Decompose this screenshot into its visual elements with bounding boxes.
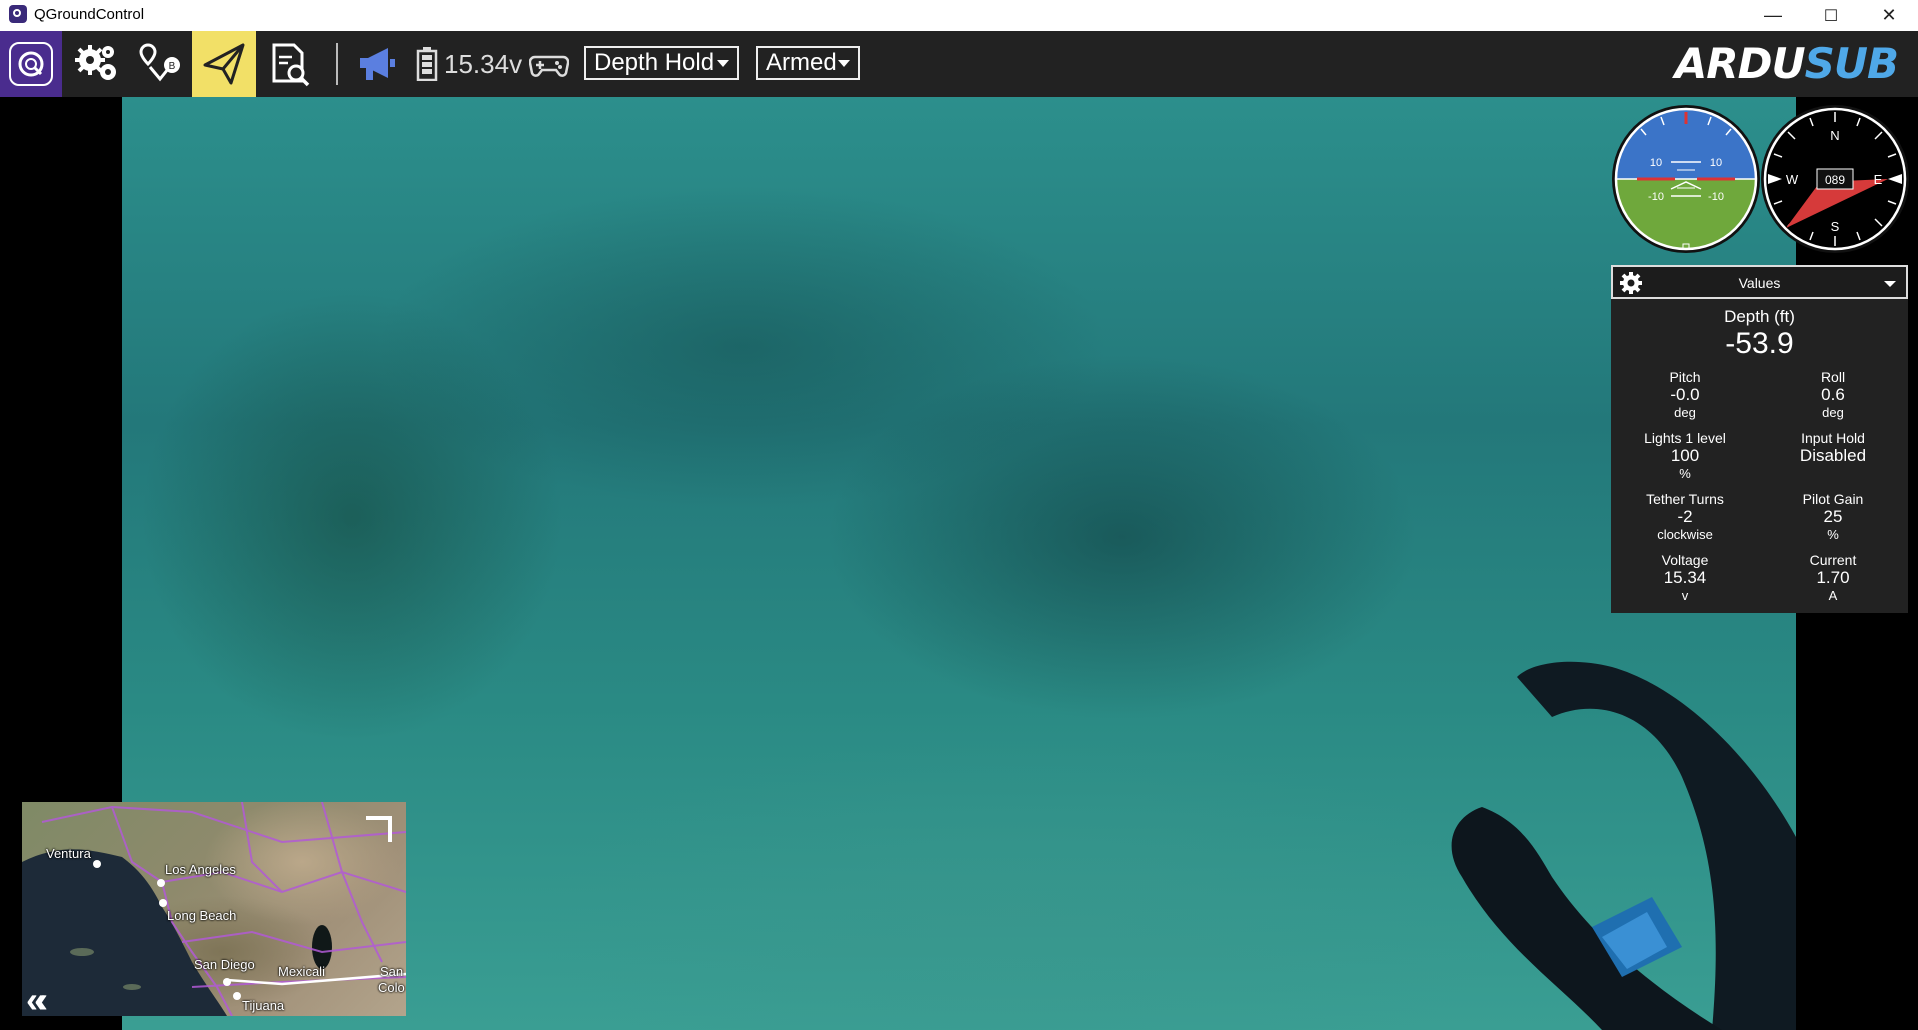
mini-map[interactable]: Ventura Los Angeles Long Beach San Diego… [22, 802, 406, 1016]
close-button[interactable]: ✕ [1860, 0, 1918, 31]
battery-icon [416, 47, 438, 81]
value-pilot-gain: Pilot Gain 25 % [1802, 491, 1864, 542]
compass-heading: 089 [1825, 173, 1845, 187]
map-place-label: Tijuana [242, 998, 285, 1013]
compass-north: N [1830, 128, 1839, 143]
minimize-button[interactable]: — [1744, 0, 1802, 31]
value-tether-turns: Tether Turns -2 clockwise [1646, 491, 1724, 542]
map-place-label: Colo [378, 980, 405, 995]
depth-value: -53.9 [1725, 327, 1794, 360]
paper-plane-icon [203, 43, 245, 85]
app-icon [9, 5, 27, 23]
value-voltage: Voltage 15.34 v [1661, 552, 1709, 603]
toolbar-divider [336, 43, 338, 85]
compass-south: S [1831, 219, 1840, 234]
main-toolbar: B 15.34v Depth Hold Armed ARDUSUB [0, 31, 1918, 97]
compass-indicator: N E S W 089 [1761, 105, 1909, 253]
value-current: Current 1.70 A [1809, 552, 1857, 603]
map-marker [157, 879, 165, 887]
pitch-label: -10 [1648, 191, 1664, 203]
pitch-label: 10 [1710, 157, 1722, 169]
analyze-button[interactable] [258, 31, 320, 97]
pitch-label: 10 [1650, 157, 1662, 169]
qgroundcontrol-logo-icon [9, 42, 53, 86]
values-header[interactable]: Values [1611, 265, 1908, 299]
window-title-bar: QGroundControl — ☐ ✕ [0, 0, 1918, 31]
arm-state-dropdown[interactable]: Armed [756, 46, 860, 80]
map-place-label: Ventura [46, 846, 91, 861]
plan-route-icon: B [139, 43, 180, 82]
vehicle-setup-button[interactable] [66, 31, 128, 97]
megaphone-icon [360, 48, 395, 80]
chevron-down-icon [717, 60, 729, 67]
values-panel: Values Depth (ft) -53.9 Pitch -0.0 deg R… [1611, 265, 1908, 613]
gears-icon [75, 45, 116, 80]
gamepad-icon [529, 55, 569, 77]
messages-button[interactable] [352, 31, 402, 97]
value-roll: Roll 0.6 deg [1820, 369, 1846, 420]
double-chevron-left-icon[interactable]: «‹ [26, 982, 48, 1018]
compass-west: W [1786, 172, 1799, 187]
map-marker [223, 978, 231, 986]
chevron-down-icon [838, 60, 850, 67]
values-title: Values [1738, 275, 1781, 291]
ardusub-logo: ARDUSUB [1674, 39, 1899, 88]
joystick-indicator[interactable] [526, 31, 572, 97]
map-place-label: Long Beach [167, 908, 237, 923]
svg-text:B: B [169, 61, 176, 72]
document-search-icon [272, 43, 310, 87]
qgc-menu-button[interactable] [0, 31, 62, 97]
chevron-down-icon[interactable] [1884, 281, 1896, 287]
map-marker [159, 899, 167, 907]
attitude-indicator: 10 10 -10 -10 [1612, 105, 1760, 253]
map-place-label: Mexicali [278, 964, 325, 979]
map-place-label: San Diego [194, 957, 255, 972]
map-marker [93, 860, 101, 868]
arm-state-value: Armed [766, 49, 837, 76]
fly-button[interactable] [192, 31, 256, 97]
map-place-label: San [380, 964, 404, 979]
battery-indicator[interactable] [412, 31, 442, 97]
compass-east: E [1874, 172, 1883, 187]
value-lights-level: Lights 1 level 100 % [1644, 430, 1726, 481]
gripper-claw [1451, 661, 1796, 1030]
flight-mode-dropdown[interactable]: Depth Hold [584, 46, 739, 80]
flight-mode-value: Depth Hold [594, 49, 715, 76]
window-title: QGroundControl [34, 6, 145, 23]
depth-label: Depth (ft) [1724, 307, 1795, 326]
plan-button[interactable]: B [130, 31, 192, 97]
map-place-label: Los Angeles [165, 862, 236, 877]
pitch-label: -10 [1708, 191, 1724, 203]
value-input-hold: Input Hold Disabled [1799, 430, 1867, 465]
expand-corner-icon[interactable] [364, 812, 396, 844]
battery-voltage: 15.34v [444, 49, 523, 79]
value-pitch: Pitch -0.0 deg [1669, 369, 1701, 420]
map-marker [233, 992, 241, 1000]
maximize-button[interactable]: ☐ [1802, 0, 1860, 31]
